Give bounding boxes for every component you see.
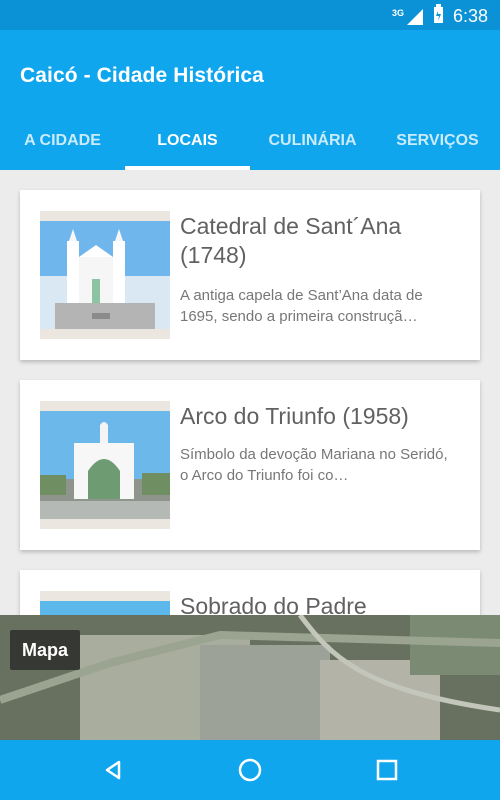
place-card-arco[interactable]: Arco do Triunfo (1958) Símbolo da devoçã…	[20, 380, 480, 550]
tab-a-cidade[interactable]: A CIDADE	[0, 122, 125, 170]
tab-servicos[interactable]: SERVIÇOS	[375, 122, 500, 170]
tab-culinaria[interactable]: CULINÁRIA	[250, 122, 375, 170]
place-description: Símbolo da devoção Mariana no Seridó, o …	[180, 446, 448, 484]
network-type: 3G	[391, 7, 404, 18]
battery-icon	[432, 4, 445, 29]
back-icon[interactable]	[97, 754, 129, 786]
tab-bar: A CIDADE LOCAIS CULINÁRIA SERVIÇOS	[0, 122, 500, 170]
app-bar: Caicó - Cidade Histórica A CIDADE LOCAIS…	[0, 30, 500, 170]
place-title: Arco do Triunfo (1958)	[180, 403, 409, 429]
tab-locais[interactable]: LOCAIS	[125, 122, 250, 170]
place-description: A antiga capela de Sant’Ana data de 1695…	[180, 287, 423, 325]
network-signal-icon: 3G	[392, 8, 424, 26]
map-label: Mapa	[10, 630, 80, 670]
status-icons: 3G 6:38	[392, 4, 488, 29]
arco-image	[40, 401, 170, 529]
home-icon[interactable]	[234, 754, 266, 786]
places-list[interactable]: Catedral de Sant´Ana (1748) A antiga cap…	[0, 170, 500, 615]
recents-icon[interactable]	[371, 754, 403, 786]
catedral-image	[40, 211, 170, 339]
clock: 6:38	[452, 6, 488, 26]
status-bar: 3G 6:38	[0, 0, 500, 30]
place-title: Catedral de Sant´Ana (1748)	[180, 213, 402, 268]
navigation-bar	[0, 740, 500, 800]
place-title: Sobrado do Padre	[180, 593, 367, 615]
sobrado-image	[40, 591, 170, 615]
page-title: Caicó - Cidade Histórica	[20, 64, 264, 87]
place-card-sobrado[interactable]: Sobrado do Padre	[20, 570, 480, 615]
place-card-catedral[interactable]: Catedral de Sant´Ana (1748) A antiga cap…	[20, 190, 480, 360]
map-panel[interactable]: Mapa	[0, 615, 500, 740]
